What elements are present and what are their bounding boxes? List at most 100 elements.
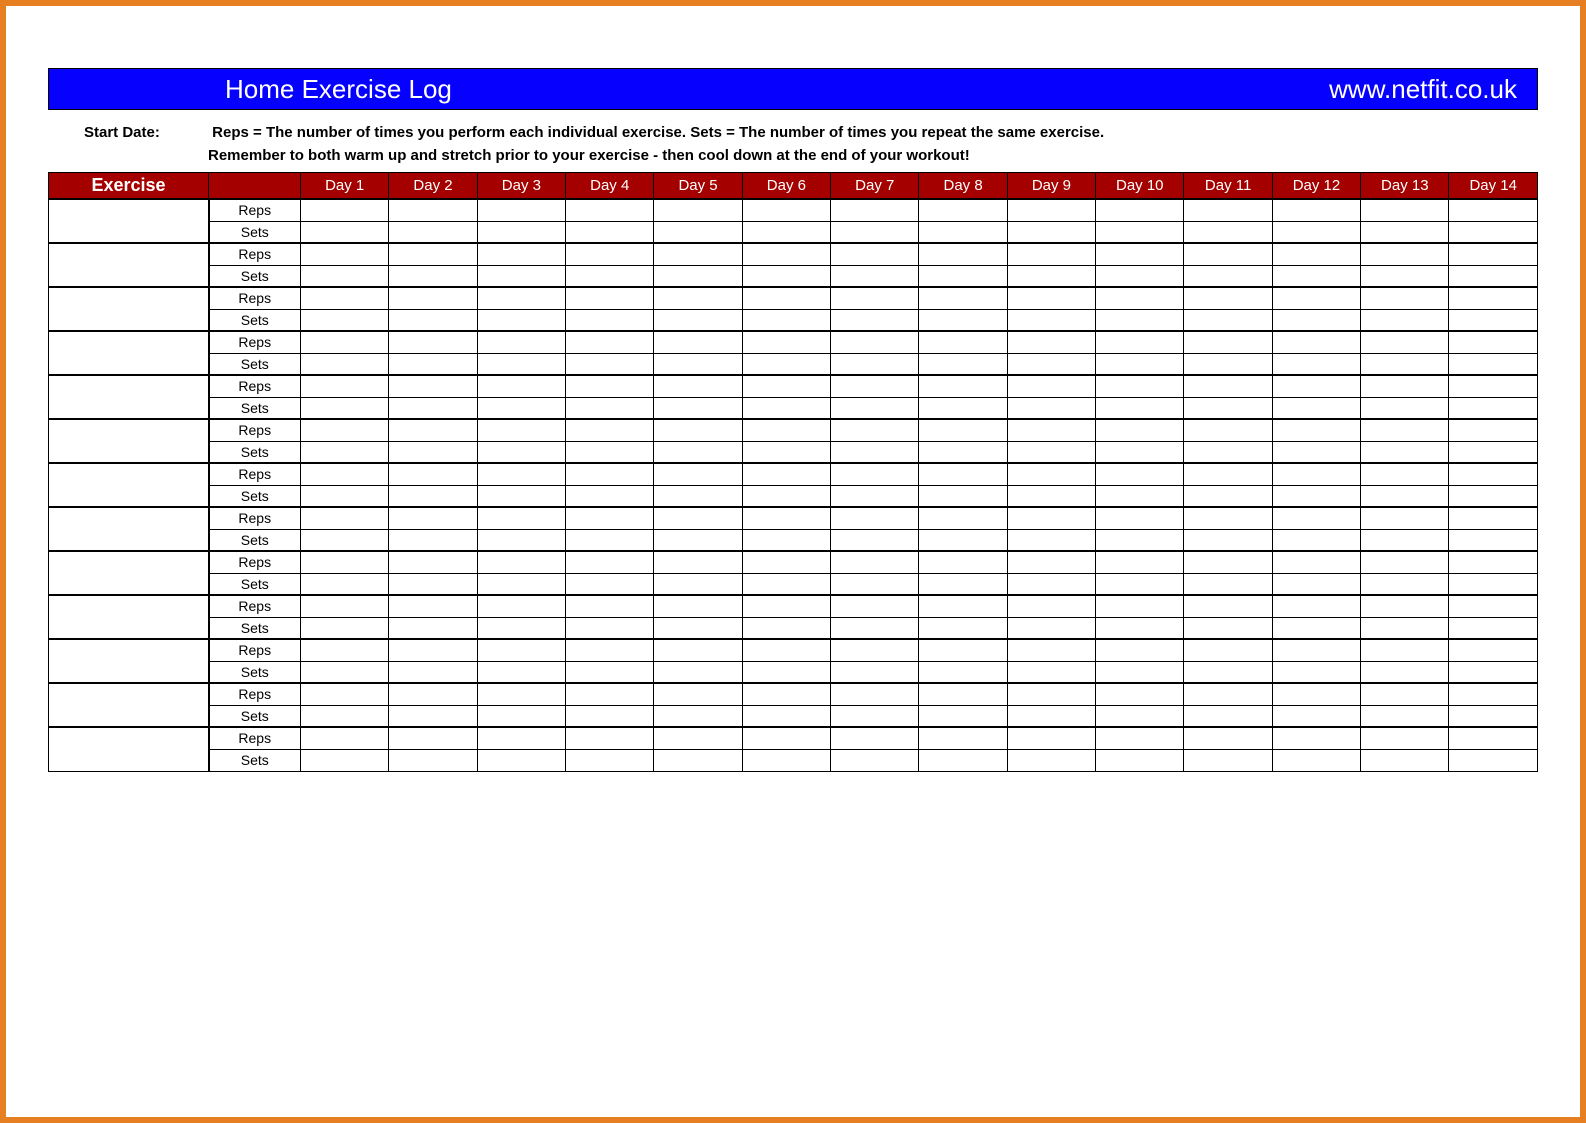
reps-cell[interactable] [1449, 727, 1538, 749]
reps-cell[interactable] [1272, 199, 1360, 221]
sets-cell[interactable] [919, 485, 1007, 507]
reps-cell[interactable] [389, 639, 477, 661]
reps-cell[interactable] [477, 727, 565, 749]
sets-cell[interactable] [1184, 441, 1272, 463]
reps-cell[interactable] [1007, 683, 1095, 705]
reps-cell[interactable] [1096, 507, 1184, 529]
reps-cell[interactable] [1449, 463, 1538, 485]
sets-cell[interactable] [477, 661, 565, 683]
sets-cell[interactable] [1007, 397, 1095, 419]
sets-cell[interactable] [566, 573, 654, 595]
reps-cell[interactable] [919, 639, 1007, 661]
sets-cell[interactable] [831, 397, 919, 419]
sets-cell[interactable] [1361, 353, 1449, 375]
sets-cell[interactable] [1184, 529, 1272, 551]
reps-cell[interactable] [831, 595, 919, 617]
reps-cell[interactable] [1096, 683, 1184, 705]
reps-cell[interactable] [1361, 595, 1449, 617]
reps-cell[interactable] [1096, 727, 1184, 749]
reps-cell[interactable] [742, 683, 830, 705]
sets-cell[interactable] [1449, 661, 1538, 683]
reps-cell[interactable] [654, 727, 742, 749]
sets-cell[interactable] [742, 529, 830, 551]
reps-cell[interactable] [389, 199, 477, 221]
reps-cell[interactable] [1272, 595, 1360, 617]
reps-cell[interactable] [1272, 727, 1360, 749]
sets-cell[interactable] [1272, 353, 1360, 375]
reps-cell[interactable] [477, 595, 565, 617]
reps-cell[interactable] [742, 507, 830, 529]
reps-cell[interactable] [1007, 595, 1095, 617]
reps-cell[interactable] [389, 551, 477, 573]
sets-cell[interactable] [477, 441, 565, 463]
sets-cell[interactable] [389, 397, 477, 419]
sets-cell[interactable] [1361, 749, 1449, 771]
sets-cell[interactable] [742, 661, 830, 683]
reps-cell[interactable] [1449, 331, 1538, 353]
sets-cell[interactable] [1007, 529, 1095, 551]
reps-cell[interactable] [566, 639, 654, 661]
sets-cell[interactable] [1449, 397, 1538, 419]
reps-cell[interactable] [301, 419, 389, 441]
sets-cell[interactable] [477, 397, 565, 419]
exercise-name-cell[interactable] [49, 375, 209, 419]
reps-cell[interactable] [1007, 375, 1095, 397]
sets-cell[interactable] [742, 573, 830, 595]
reps-cell[interactable] [566, 287, 654, 309]
reps-cell[interactable] [654, 683, 742, 705]
reps-cell[interactable] [301, 287, 389, 309]
sets-cell[interactable] [477, 221, 565, 243]
sets-cell[interactable] [919, 573, 1007, 595]
sets-cell[interactable] [831, 529, 919, 551]
sets-cell[interactable] [742, 397, 830, 419]
sets-cell[interactable] [566, 529, 654, 551]
sets-cell[interactable] [1449, 309, 1538, 331]
sets-cell[interactable] [654, 573, 742, 595]
reps-cell[interactable] [1096, 639, 1184, 661]
reps-cell[interactable] [831, 507, 919, 529]
reps-cell[interactable] [1007, 727, 1095, 749]
sets-cell[interactable] [1361, 441, 1449, 463]
exercise-name-cell[interactable] [49, 639, 209, 683]
reps-cell[interactable] [1272, 419, 1360, 441]
reps-cell[interactable] [566, 463, 654, 485]
sets-cell[interactable] [301, 749, 389, 771]
reps-cell[interactable] [1184, 287, 1272, 309]
reps-cell[interactable] [1096, 199, 1184, 221]
reps-cell[interactable] [919, 243, 1007, 265]
sets-cell[interactable] [1096, 485, 1184, 507]
sets-cell[interactable] [389, 661, 477, 683]
reps-cell[interactable] [831, 331, 919, 353]
reps-cell[interactable] [1096, 375, 1184, 397]
reps-cell[interactable] [1449, 551, 1538, 573]
sets-cell[interactable] [1361, 617, 1449, 639]
reps-cell[interactable] [1272, 375, 1360, 397]
reps-cell[interactable] [566, 683, 654, 705]
sets-cell[interactable] [1449, 705, 1538, 727]
reps-cell[interactable] [742, 199, 830, 221]
sets-cell[interactable] [301, 441, 389, 463]
sets-cell[interactable] [919, 265, 1007, 287]
sets-cell[interactable] [1096, 529, 1184, 551]
reps-cell[interactable] [1096, 419, 1184, 441]
reps-cell[interactable] [566, 199, 654, 221]
reps-cell[interactable] [742, 243, 830, 265]
sets-cell[interactable] [919, 617, 1007, 639]
reps-cell[interactable] [831, 243, 919, 265]
sets-cell[interactable] [1449, 221, 1538, 243]
reps-cell[interactable] [301, 683, 389, 705]
reps-cell[interactable] [477, 551, 565, 573]
sets-cell[interactable] [654, 705, 742, 727]
reps-cell[interactable] [1361, 419, 1449, 441]
reps-cell[interactable] [919, 507, 1007, 529]
sets-cell[interactable] [566, 749, 654, 771]
reps-cell[interactable] [831, 551, 919, 573]
sets-cell[interactable] [389, 485, 477, 507]
reps-cell[interactable] [566, 243, 654, 265]
reps-cell[interactable] [1361, 683, 1449, 705]
reps-cell[interactable] [1007, 639, 1095, 661]
reps-cell[interactable] [1272, 287, 1360, 309]
reps-cell[interactable] [1361, 199, 1449, 221]
sets-cell[interactable] [566, 397, 654, 419]
sets-cell[interactable] [654, 749, 742, 771]
